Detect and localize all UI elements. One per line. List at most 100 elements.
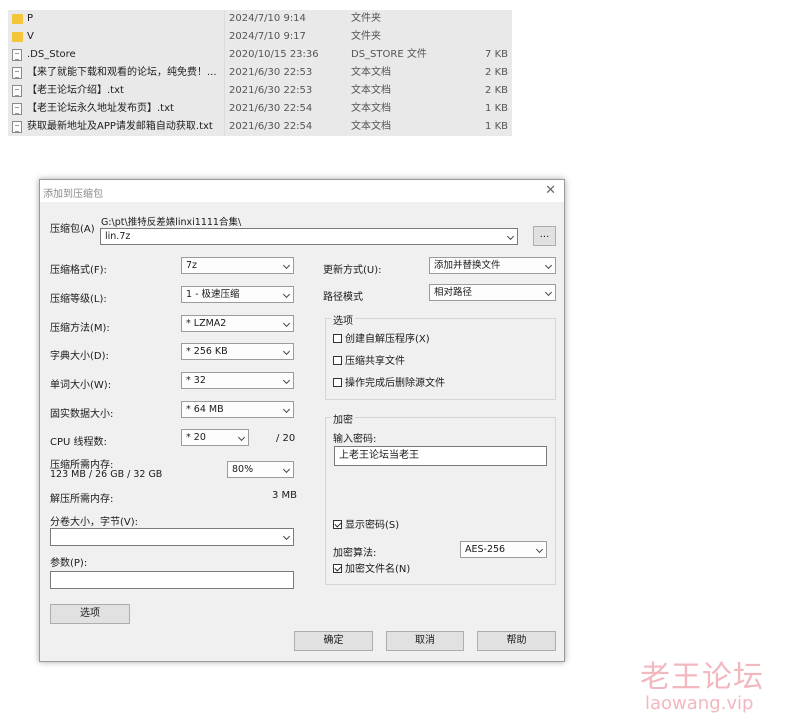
file-type: 文本文档: [351, 103, 391, 114]
word-label: 单词大小(W):: [50, 380, 112, 391]
chevron-down-icon: [282, 347, 291, 356]
archive-name-combobox[interactable]: lin.7z: [100, 228, 518, 245]
file-type: 文本文档: [351, 121, 391, 132]
options-group: 选项 创建自解压程序(X) 压缩共享文件 操作完成后删除源文件: [325, 312, 556, 400]
split-label: 分卷大小，字节(V):: [50, 517, 139, 528]
options-group-title: 选项: [331, 312, 355, 327]
enc-method-select[interactable]: AES-256: [460, 541, 547, 558]
browse-button[interactable]: ...: [533, 226, 556, 246]
cpu-label: CPU 线程数:: [50, 437, 107, 448]
cpu-total: / 20: [276, 433, 296, 444]
file-date: 2021/6/30 22:53: [229, 85, 313, 96]
ok-button[interactable]: 确定: [294, 631, 373, 651]
update-value: 添加并替换文件: [434, 260, 501, 271]
file-row[interactable]: 【来了就能下载和观看的论坛，纯免费！... 2021/6/30 22:53 文本…: [8, 64, 512, 82]
file-name: 【来了就能下载和观看的论坛，纯免费！...: [27, 67, 217, 78]
file-date: 2024/7/10 9:17: [229, 31, 306, 42]
solid-select[interactable]: * 64 MB: [181, 401, 294, 418]
file-date: 2024/7/10 9:14: [229, 13, 306, 24]
text-file-icon: [12, 121, 22, 133]
chevron-down-icon: [282, 376, 291, 385]
sfx-label: 创建自解压程序(X): [345, 334, 430, 345]
archive-name-value: lin.7z: [105, 231, 131, 242]
file-row[interactable]: 获取最新地址及APP请发邮箱自动获取.txt 2021/6/30 22:54 文…: [8, 118, 512, 136]
chevron-down-icon: [282, 319, 291, 328]
chevron-down-icon: [535, 545, 544, 554]
level-value: 1 - 极速压缩: [186, 289, 240, 300]
checkbox-checked-icon: [333, 520, 342, 529]
split-combobox[interactable]: [50, 528, 294, 546]
cancel-button[interactable]: 取消: [386, 631, 464, 651]
sfx-checkbox[interactable]: 创建自解压程序(X): [333, 334, 430, 346]
file-name: 【老王论坛永久地址发布页】.txt: [27, 103, 174, 114]
checkbox-icon: [333, 378, 342, 387]
file-name: 【老王论坛介绍】.txt: [27, 85, 124, 96]
dict-value: * 256 KB: [186, 346, 228, 357]
method-select[interactable]: * LZMA2: [181, 315, 294, 332]
params-input[interactable]: [50, 571, 294, 589]
file-date: 2021/6/30 22:54: [229, 103, 313, 114]
archive-path: G:\pt\推特反差婊linxi1111合集\: [101, 217, 242, 228]
chevron-down-icon: [282, 261, 291, 270]
method-label: 压缩方法(M):: [50, 323, 110, 334]
mem-comp-detail: 123 MB / 26 GB / 32 GB: [50, 469, 163, 480]
chevron-down-icon: [282, 465, 291, 474]
level-select[interactable]: 1 - 极速压缩: [181, 286, 294, 303]
file-name: P: [27, 13, 34, 24]
file-icon: [12, 49, 22, 61]
mem-decomp-value: 3 MB: [272, 490, 298, 501]
path-mode-label: 路径模式: [323, 292, 363, 303]
text-file-icon: [12, 103, 22, 115]
chevron-down-icon: [282, 405, 291, 414]
cpu-select[interactable]: * 20: [181, 429, 249, 446]
file-row[interactable]: 【老王论坛永久地址发布页】.txt 2021/6/30 22:54 文本文档 1…: [8, 100, 512, 118]
file-row[interactable]: P 2024/7/10 9:14 文件夹: [8, 10, 512, 28]
file-name: .DS_Store: [27, 49, 76, 60]
path-mode-select[interactable]: 相对路径: [429, 284, 556, 301]
enc-method-label: 加密算法:: [333, 548, 377, 559]
path-mode-value: 相对路径: [434, 287, 473, 298]
file-type: 文件夹: [351, 13, 381, 24]
password-input[interactable]: 上老王论坛当老王: [334, 446, 547, 466]
dict-select[interactable]: * 256 KB: [181, 343, 294, 360]
file-type: 文本文档: [351, 67, 391, 78]
shared-files-label: 压缩共享文件: [345, 356, 405, 367]
solid-value: * 64 MB: [186, 404, 224, 415]
file-size: 1 KB: [485, 121, 508, 132]
file-row[interactable]: 【老王论坛介绍】.txt 2021/6/30 22:53 文本文档 2 KB: [8, 82, 512, 100]
file-type: 文本文档: [351, 85, 391, 96]
chevron-down-icon: [544, 288, 553, 297]
word-select[interactable]: * 32: [181, 372, 294, 389]
update-select[interactable]: 添加并替换文件: [429, 257, 556, 274]
dialog-title: 添加到压缩包: [43, 189, 103, 200]
mem-percent-select[interactable]: 80%: [227, 461, 294, 478]
delete-source-checkbox[interactable]: 操作完成后删除源文件: [333, 378, 445, 390]
encryption-group: 加密 输入密码: 上老王论坛当老王 显示密码(S) 加密算法: AES-256 …: [325, 411, 556, 585]
delete-source-label: 操作完成后删除源文件: [345, 378, 445, 389]
encrypt-names-checkbox[interactable]: 加密文件名(N): [333, 564, 410, 576]
options-button[interactable]: 选项: [50, 604, 130, 624]
chevron-down-icon: [544, 261, 553, 270]
encryption-group-title: 加密: [331, 411, 355, 426]
file-type: DS_STORE 文件: [351, 49, 427, 60]
file-row[interactable]: .DS_Store 2020/10/15 23:36 DS_STORE 文件 7…: [8, 46, 512, 64]
file-list: P 2024/7/10 9:14 文件夹 V 2024/7/10 9:17 文件…: [8, 10, 512, 136]
add-to-archive-dialog: 添加到压缩包 ✕ 压缩包(A) G:\pt\推特反差婊linxi1111合集\ …: [39, 179, 565, 662]
dict-label: 字典大小(D):: [50, 351, 109, 362]
params-label: 参数(P):: [50, 558, 88, 569]
show-password-checkbox[interactable]: 显示密码(S): [333, 520, 399, 532]
folder-icon: [12, 32, 23, 42]
password-label: 输入密码:: [333, 434, 377, 445]
folder-icon: [12, 14, 23, 24]
help-button[interactable]: 帮助: [477, 631, 556, 651]
enc-method-value: AES-256: [465, 544, 506, 555]
file-date: 2021/6/30 22:54: [229, 121, 313, 132]
file-row[interactable]: V 2024/7/10 9:17 文件夹: [8, 28, 512, 46]
checkbox-checked-icon: [333, 564, 342, 573]
shared-files-checkbox[interactable]: 压缩共享文件: [333, 356, 405, 368]
title-bar[interactable]: 添加到压缩包 ✕: [40, 180, 564, 202]
chevron-down-icon: [282, 532, 291, 541]
close-icon[interactable]: ✕: [545, 183, 556, 198]
watermark-url: laowang.vip: [645, 693, 754, 714]
format-select[interactable]: 7z: [181, 257, 294, 274]
